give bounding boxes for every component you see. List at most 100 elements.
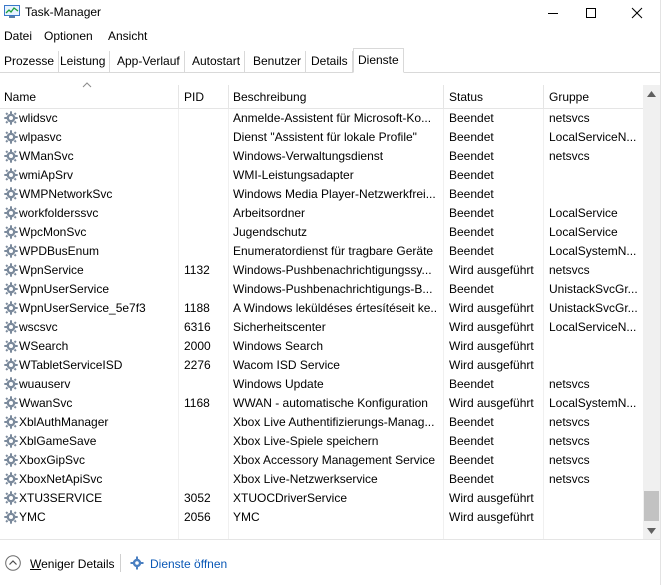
table-row[interactable]: workfolderssvc Arbeitsordner Beendet LocalS… [0, 204, 643, 223]
service-status: Beendet [449, 111, 494, 125]
service-name: WpnUserService [19, 282, 110, 296]
tab-prozesse[interactable]: Prozesse [0, 51, 60, 72]
table-row[interactable]: wlidsvc Anmelde-Assistent für Microsoft-K… [0, 109, 643, 128]
service-group: netsvcs [549, 149, 590, 163]
service-description: Anmelde-Assistent für Microsoft-Ko... [233, 111, 432, 125]
service-name: XblGameSave [19, 434, 97, 448]
table-row[interactable]: WpnUserService_5e7f3 1188 A Windows leküld… [0, 299, 643, 318]
service-status: Wird ausgeführt [449, 263, 534, 277]
service-name: WpnService [19, 263, 84, 277]
open-services-link[interactable]: Dienste öffnen [150, 557, 227, 571]
service-name: WSearch [19, 339, 69, 353]
chevron-up-circle-icon[interactable] [5, 555, 21, 571]
scroll-down-button[interactable] [643, 522, 660, 539]
column-divider[interactable] [228, 85, 229, 109]
column-divider[interactable] [543, 85, 544, 109]
service-description: Xbox Live Authentifizierungs-Manag... [233, 415, 435, 429]
services-list: wlidsvc Anmelde-Assistent für Microsoft-K… [0, 109, 643, 539]
column-header-status[interactable]: Status [449, 90, 483, 104]
service-description: Windows-Verwaltungsdienst [233, 149, 384, 163]
table-row[interactable]: WpnUserService Windows-Pushbenachrichtigu… [0, 280, 643, 299]
table-row[interactable]: WpnService 1132 Windows-Pushbenachrichtigu… [0, 261, 643, 280]
tab-dienste[interactable]: Dienste [353, 48, 404, 73]
column-header-pid[interactable]: PID [184, 90, 204, 104]
column-header: Name PID Beschreibung Status Gruppe [0, 85, 643, 109]
service-description: Windows-Pushbenachrichtigungssy... [233, 263, 432, 277]
close-button[interactable] [614, 0, 660, 25]
table-row[interactable]: WPDBusEnum Enumeratordienst für tragbare … [0, 242, 643, 261]
tab-details[interactable]: Details [307, 51, 353, 72]
table-row[interactable]: WManSvc Windows-Verwaltungsdienst Beendet n… [0, 147, 643, 166]
column-divider[interactable] [178, 85, 179, 109]
title-bar: Task-Manager [0, 0, 668, 25]
scrollbar-thumb[interactable] [644, 491, 659, 521]
service-description: Xbox Live-Spiele speichern [233, 434, 379, 448]
service-group: netsvcs [549, 453, 590, 467]
service-status: Beendet [449, 130, 494, 144]
service-status: Beendet [449, 377, 494, 391]
menu-ansicht[interactable]: Ansicht [108, 29, 147, 43]
gear-icon [4, 187, 18, 201]
service-status: Beendet [449, 168, 494, 182]
tab-app-verlauf[interactable]: App-Verlauf [113, 51, 185, 72]
column-header-name[interactable]: Name [4, 90, 36, 104]
table-row[interactable]: WwanSvc 1168 WWAN - automatische Konfigura… [0, 394, 643, 413]
service-status: Wird ausgeführt [449, 358, 534, 372]
table-row[interactable]: XblGameSave Xbox Live-Spiele speichern Bee… [0, 432, 643, 451]
column-header-group[interactable]: Gruppe [549, 90, 589, 104]
tab-leistung[interactable]: Leistung [56, 51, 111, 72]
service-status: Wird ausgeführt [449, 396, 534, 410]
table-row[interactable]: XblAuthManager Xbox Live Authentifizierun… [0, 413, 643, 432]
service-name: workfolderssvc [19, 206, 99, 220]
service-name: WManSvc [19, 149, 74, 163]
table-row[interactable]: wuauserv Windows Update Beendet netsvcs [0, 375, 643, 394]
service-description: WWAN - automatische Konfiguration [233, 396, 428, 410]
table-row[interactable]: WMPNetworkSvc Windows Media Player-Netzwe… [0, 185, 643, 204]
scroll-up-button[interactable] [643, 85, 660, 102]
table-row[interactable]: wlpasvc Dienst "Assistent für lokale Prof… [0, 128, 643, 147]
service-description: XTUOCDriverService [233, 491, 348, 505]
table-row[interactable]: WSearch 2000 Windows Search Wird ausgeführt [0, 337, 643, 356]
service-pid: 2000 [184, 339, 211, 353]
gear-icon [4, 244, 18, 258]
tab-benutzer[interactable]: Benutzer [249, 51, 307, 72]
gear-icon [4, 358, 18, 372]
gear-icon [4, 168, 18, 182]
service-name: WPDBusEnum [19, 244, 100, 258]
service-group: LocalService [549, 206, 618, 220]
column-divider[interactable] [443, 85, 444, 109]
table-row[interactable]: WpcMonSvc Jugendschutz Beendet LocalService [0, 223, 643, 242]
service-description: Windows-Pushbenachrichtigungs-B... [233, 282, 433, 296]
gear-icon [4, 339, 18, 353]
menu-datei[interactable]: Datei [4, 29, 32, 43]
service-name: wmiApSrv [19, 168, 74, 182]
service-description: Arbeitsordner [233, 206, 306, 220]
gear-icon [4, 415, 18, 429]
service-status: Wird ausgeführt [449, 339, 534, 353]
service-status: Beendet [449, 225, 494, 239]
gear-icon [4, 510, 18, 524]
table-row[interactable]: WTabletServiceISD 2276 Wacom ISD Service Wi… [0, 356, 643, 375]
column-header-description[interactable]: Beschreibung [233, 90, 306, 104]
service-group: netsvcs [549, 415, 590, 429]
fewer-details-button[interactable]: Weniger Details [30, 557, 114, 571]
minimize-icon [548, 12, 558, 14]
tab-autostart[interactable]: Autostart [188, 51, 246, 72]
table-row[interactable]: XTU3SERVICE 3052 XTUOCDriverService Wird au… [0, 489, 643, 508]
service-status: Beendet [449, 187, 494, 201]
service-name: XblAuthManager [19, 415, 109, 429]
table-row[interactable]: XboxNetApiSvc Xbox Live-Netzwerkservice Be… [0, 470, 643, 489]
table-row[interactable]: wmiApSrv WMI-Leistungsadapter Beendet [0, 166, 643, 185]
service-status: Beendet [449, 472, 494, 486]
menu-optionen[interactable]: Optionen [44, 29, 93, 43]
service-pid: 2276 [184, 358, 211, 372]
service-status: Beendet [449, 453, 494, 467]
gear-icon[interactable] [130, 556, 144, 570]
service-description: Enumeratordienst für tragbare Geräte [233, 244, 434, 258]
maximize-button[interactable] [568, 0, 614, 25]
table-row[interactable]: wscsvc 6316 Sicherheitscenter Wird ausgefüh… [0, 318, 643, 337]
service-description: Xbox Accessory Management Service [233, 453, 436, 467]
table-row[interactable]: XboxGipSvc Xbox Accessory Management Serv… [0, 451, 643, 470]
table-row[interactable]: YMC 2056 YMC Wird ausgeführt [0, 508, 643, 527]
vertical-scrollbar[interactable] [643, 85, 660, 539]
